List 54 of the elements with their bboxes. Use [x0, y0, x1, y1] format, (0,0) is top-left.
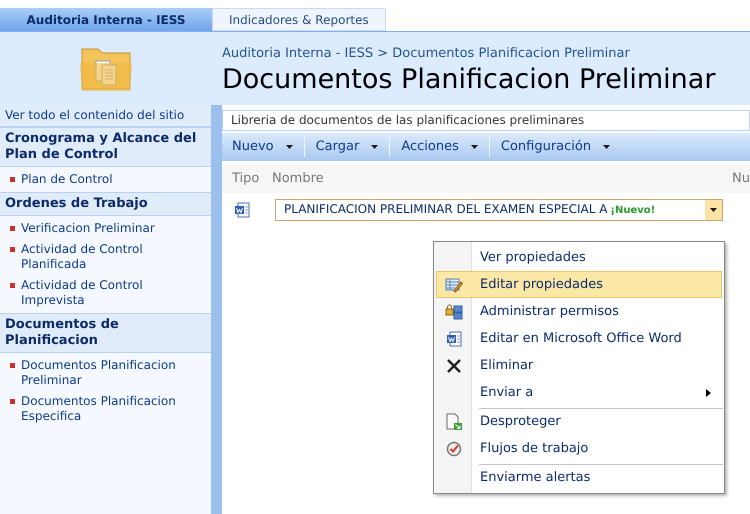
section-heading[interactable]: Ordenes de Trabajo — [0, 192, 211, 216]
bullet-icon — [10, 399, 15, 404]
nav-link[interactable]: Verificacion Preliminar — [21, 221, 155, 236]
section-heading[interactable]: Cronograma y Alcance del Plan de Control — [0, 127, 211, 167]
word-document-icon — [234, 202, 250, 218]
item-dropdown-button[interactable] — [705, 200, 722, 220]
document-item[interactable]: PLANIFICACION PRELIMINAR DEL EXAMEN ESPECIAL A ¡Nuevo! — [275, 199, 723, 221]
menu-item[interactable]: Flujos de trabajo — [436, 435, 722, 462]
caret-icon — [371, 145, 378, 149]
menu-item[interactable]: Ver propiedades — [436, 244, 722, 271]
document-arrow-icon — [445, 412, 463, 430]
menu-item[interactable]: Editar propiedades — [436, 271, 722, 298]
caret-icon — [710, 208, 717, 212]
column-header[interactable]: Nu — [732, 169, 750, 189]
toolbar-menu-button[interactable]: Nuevo — [226, 137, 299, 157]
menu-item[interactable]: Desproteger — [436, 408, 722, 435]
menu-item[interactable]: Eliminar — [436, 352, 722, 379]
bullet-icon — [10, 363, 15, 368]
nav-link[interactable]: Documentos Planificacion Preliminar — [21, 358, 207, 388]
submenu-arrow-icon — [706, 388, 711, 396]
close-icon — [446, 358, 462, 374]
caret-icon — [470, 145, 478, 149]
check-circle-icon — [446, 440, 462, 456]
menu-item[interactable]: Enviarme alertas — [436, 464, 722, 491]
toolbar-menu-button[interactable]: Cargar — [310, 137, 384, 157]
toolbar-menu-button[interactable]: Acciones — [395, 137, 484, 157]
bullet-icon — [10, 226, 15, 231]
pencil-table-icon — [445, 276, 463, 292]
top-tab[interactable]: Indicadores & Reportes — [212, 8, 386, 31]
caret-icon — [603, 145, 610, 149]
bullet-icon — [10, 283, 15, 288]
breadcrumb: Auditoria Interna - IESS > Documentos Planificacion Preliminar — [222, 45, 631, 63]
view-all-link[interactable]: Ver todo el contenido del sitio — [0, 105, 211, 127]
lock-users-icon — [445, 304, 463, 320]
menu-item[interactable]: Enviar a — [436, 379, 722, 406]
section-heading[interactable]: Documentos de Planificacion — [0, 313, 211, 353]
nav-link[interactable]: Actividad de Control Imprevista — [21, 278, 207, 308]
new-label: ¡Nuevo! — [610, 205, 656, 216]
top-tab[interactable]: Auditoria Interna - IESS — [0, 8, 212, 31]
nav-link[interactable]: Actividad de Control Planificada — [21, 242, 207, 272]
page-title: Documentos Planificacion Preliminar — [222, 64, 716, 96]
menu-item[interactable]: Editar en Microsoft Office Word — [436, 325, 722, 352]
menu-item[interactable]: Administrar permisos — [436, 298, 722, 325]
column-header[interactable]: Nombre — [272, 169, 732, 189]
list-description: Libreria de documentos de las planificaciones preliminares — [222, 110, 750, 131]
toolbar-menu-button[interactable]: Configuración — [494, 137, 616, 157]
bullet-icon — [10, 177, 15, 182]
word-document-icon — [446, 330, 462, 346]
nav-link[interactable]: Plan de Control — [21, 172, 113, 187]
nav-link[interactable]: Documentos Planificacion Especifica — [21, 394, 207, 424]
bullet-icon — [10, 247, 15, 252]
document-name[interactable]: PLANIFICACION PRELIMINAR DEL EXAMEN ESPECIAL A — [284, 202, 608, 216]
column-header[interactable]: Tipo — [222, 169, 272, 189]
caret-icon — [286, 145, 293, 149]
